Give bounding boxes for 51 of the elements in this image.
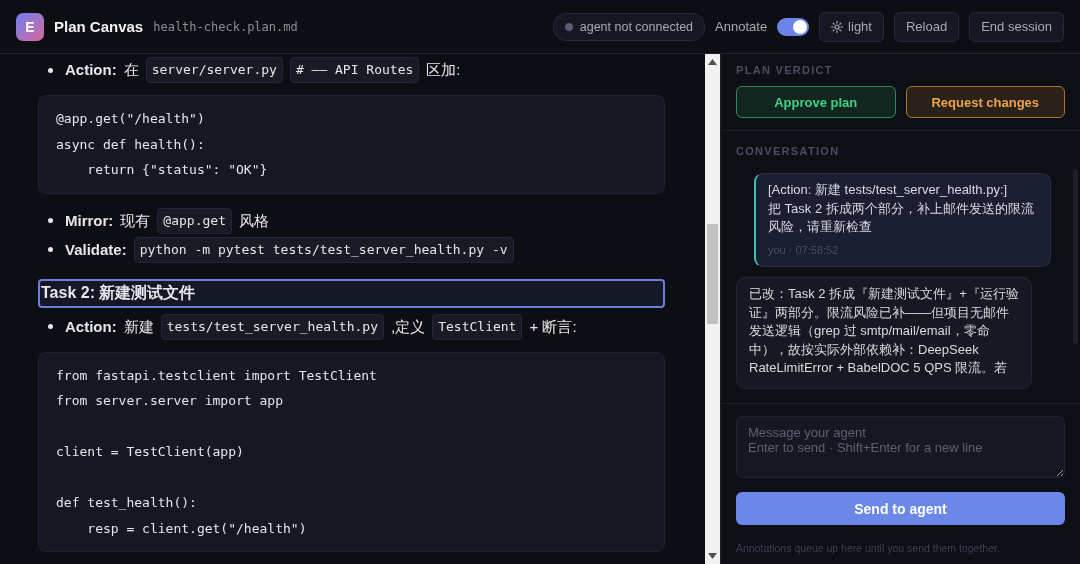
code-line: from server.server import app [56,392,284,410]
scroll-thumb[interactable] [707,224,718,324]
inline-code: tests/test_server_health.py [160,313,384,340]
bullet-label: Action: [65,316,117,337]
bullet-icon [48,324,53,329]
scrollbar[interactable] [705,54,720,564]
bullet-icon [48,218,53,223]
bullet-text: + 断言: [529,316,577,337]
bullet-text: 现有 [120,210,151,231]
code-line: def test_health(): [56,494,198,512]
approve-button[interactable]: Approve plan [736,86,896,118]
inline-code: server/server.py [145,57,283,83]
bullet-icon [48,247,53,252]
bullet-label: Mirror: [65,210,114,231]
bullet-text: 风格 [238,210,269,231]
bullet-label: Action: [65,60,117,80]
section-caption: CONVERSATION [736,145,841,157]
inline-code: TestClient [432,313,523,340]
section-heading[interactable]: Task 2: 新建测试文件 [38,278,665,308]
header-button[interactable]: End session [969,11,1064,42]
bullet-label: Validate: [65,239,127,260]
bullet-text: 在 [123,60,139,80]
code-line: async def health(): [56,135,206,154]
agent-message: 已改：Task 2 拆成『新建测试文件』+『运行验证』两部分。限流风险已补——但项目无邮件发送逻辑（grep 过 smtp/mail/email，零命中），故按实际外部依赖补：DeepSeek RateLimitError + BabelDOC 5 QPS 限流。若 [736,277,1032,389]
inline-code: # —— API Routes [289,57,420,83]
toggle-label: Annotate [715,19,768,34]
code-line: from fastapi.testclient import TestClient [56,366,378,385]
code-line: return {"status": "OK"} [86,161,269,179]
sun-icon [831,20,844,33]
scroll-up-icon[interactable] [708,59,717,65]
code-line: resp = client.get("/health") [86,519,308,538]
scroll-down-icon[interactable] [708,553,717,559]
inline-code: python -m pytest tests/test_server_health.py -v [133,236,514,263]
section-caption: PLAN VERDICT [736,64,834,76]
bullet-icon [48,67,53,73]
code-line: client = TestClient(app) [56,443,245,461]
app-title: Plan Canvas [54,18,144,35]
bullet-text: ,定义 [391,316,426,337]
request-changes-button[interactable]: Request changes [905,86,1065,118]
status-text: agent not connected [579,19,694,34]
code-line: @app.get("/health") [56,110,206,128]
theme-button[interactable]: light [819,11,884,42]
inline-code: @app.get [157,207,232,234]
bullet-text: 新建 [123,316,154,337]
bullet-text: 区加: [426,60,461,80]
message-field[interactable]: Message your agent Enter to send · Shift+Enter for a new line [736,416,1065,478]
file-name: health-check.plan.md [153,19,298,34]
footnote: Annotations queue up here until you send them together. [736,542,1001,554]
header-button[interactable]: Reload [893,11,960,42]
app-logo: E [16,12,44,41]
annotate-toggle[interactable] [777,17,810,36]
